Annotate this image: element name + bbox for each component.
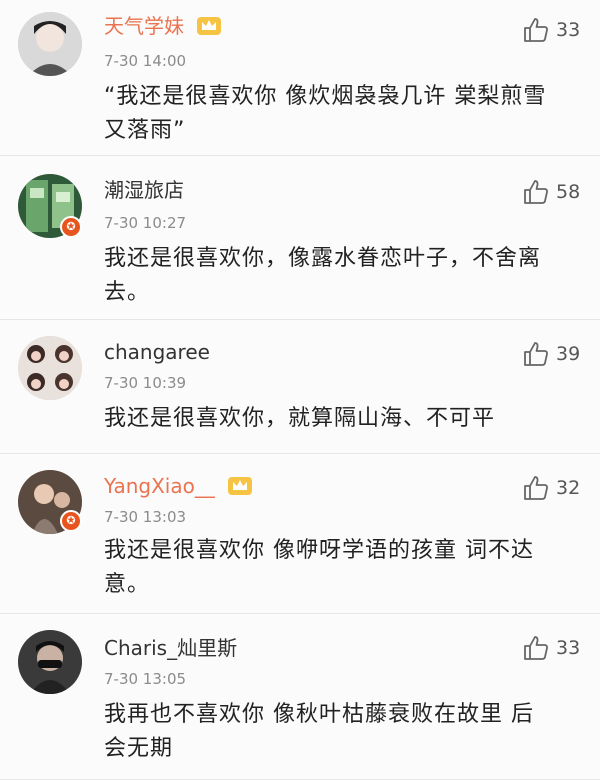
comment-time: 7-30 13:05 [104,670,187,688]
comment-text-line: 意。 [104,572,151,597]
like-count: 39 [556,343,581,365]
comment-item: 天气学妹 7-30 14:00 “我还是很喜欢你 像炊烟袅袅几许 棠梨煎雪 又落… [0,0,600,156]
comment-text: “我还是很喜欢你 像炊烟袅袅几许 棠梨煎雪 又落雨” [104,80,574,148]
like-button[interactable]: 32 [522,474,592,502]
crown-icon [197,16,222,35]
username[interactable]: YangXiao__ [104,474,253,499]
comment-time: 7-30 14:00 [104,52,187,70]
comment-text-line: “我还是很喜欢你 像炊烟袅袅几许 棠梨煎雪 [104,84,547,109]
like-button[interactable]: 58 [522,178,592,206]
comment-text-line: 会无期 [104,736,174,761]
like-count: 33 [556,19,581,41]
username[interactable]: changaree [104,340,210,364]
thumbs-up-icon [524,18,548,42]
username-text[interactable]: 潮湿旅店 [104,178,184,202]
comment-text: 我还是很喜欢你，就算隔山海、不可平 [104,402,574,436]
thumbs-up-icon [524,636,548,660]
comment-item: changaree 7-30 10:39 我还是很喜欢你，就算隔山海、不可平 3… [0,320,600,454]
username-text[interactable]: YangXiao__ [104,474,215,498]
avatar[interactable] [18,12,82,76]
like-button[interactable]: 33 [522,634,592,662]
comment-text: 我还是很喜欢你，像露水眷恋叶子，不舍离 去。 [104,242,574,310]
comment-text-line: 我还是很喜欢你 像咿呀学语的孩童 词不达 [104,538,534,563]
thumbs-up-icon [524,476,548,500]
comment-item: ✪ 潮湿旅店 7-30 10:27 我还是很喜欢你，像露水眷恋叶子，不舍离 去。… [0,156,600,320]
comment-text-line: 我还是很喜欢你，像露水眷恋叶子，不舍离 [104,246,542,271]
like-count: 58 [556,181,581,203]
comment-text-line: 去。 [104,280,151,305]
username[interactable]: 天气学妹 [104,14,222,39]
comment-time: 7-30 10:27 [104,214,187,232]
username[interactable]: 潮湿旅店 [104,178,184,202]
comment-time: 7-30 13:03 [104,508,187,526]
avatar[interactable] [18,336,82,400]
thumbs-up-icon [524,342,548,366]
like-count: 33 [556,637,581,659]
comment-item: ✪ YangXiao__ 7-30 13:03 我还是很喜欢你 像咿呀学语的孩童… [0,454,600,614]
comment-item: Charis_灿里斯 7-30 13:05 我再也不喜欢你 像秋叶枯藤衰败在故里… [0,614,600,780]
like-button[interactable]: 33 [522,16,592,44]
comment-text-line: 我还是很喜欢你，就算隔山海、不可平 [104,406,496,431]
username-text[interactable]: 天气学妹 [104,14,184,38]
username-text[interactable]: changaree [104,340,210,364]
like-button[interactable]: 39 [522,340,592,368]
comment-time: 7-30 10:39 [104,374,187,392]
comment-text: 我还是很喜欢你 像咿呀学语的孩童 词不达 意。 [104,534,574,602]
like-count: 32 [556,477,581,499]
verified-badge-icon: ✪ [60,510,82,532]
thumbs-up-icon [524,180,548,204]
avatar[interactable] [18,630,82,694]
crown-icon [228,476,253,495]
comment-text: 我再也不喜欢你 像秋叶枯藤衰败在故里 后 会无期 [104,698,574,766]
comment-text-line: 又落雨” [104,118,186,143]
comment-text-line: 我再也不喜欢你 像秋叶枯藤衰败在故里 后 [104,702,534,727]
username-text[interactable]: Charis_灿里斯 [104,636,237,660]
verified-badge-icon: ✪ [60,216,82,238]
username[interactable]: Charis_灿里斯 [104,636,237,660]
